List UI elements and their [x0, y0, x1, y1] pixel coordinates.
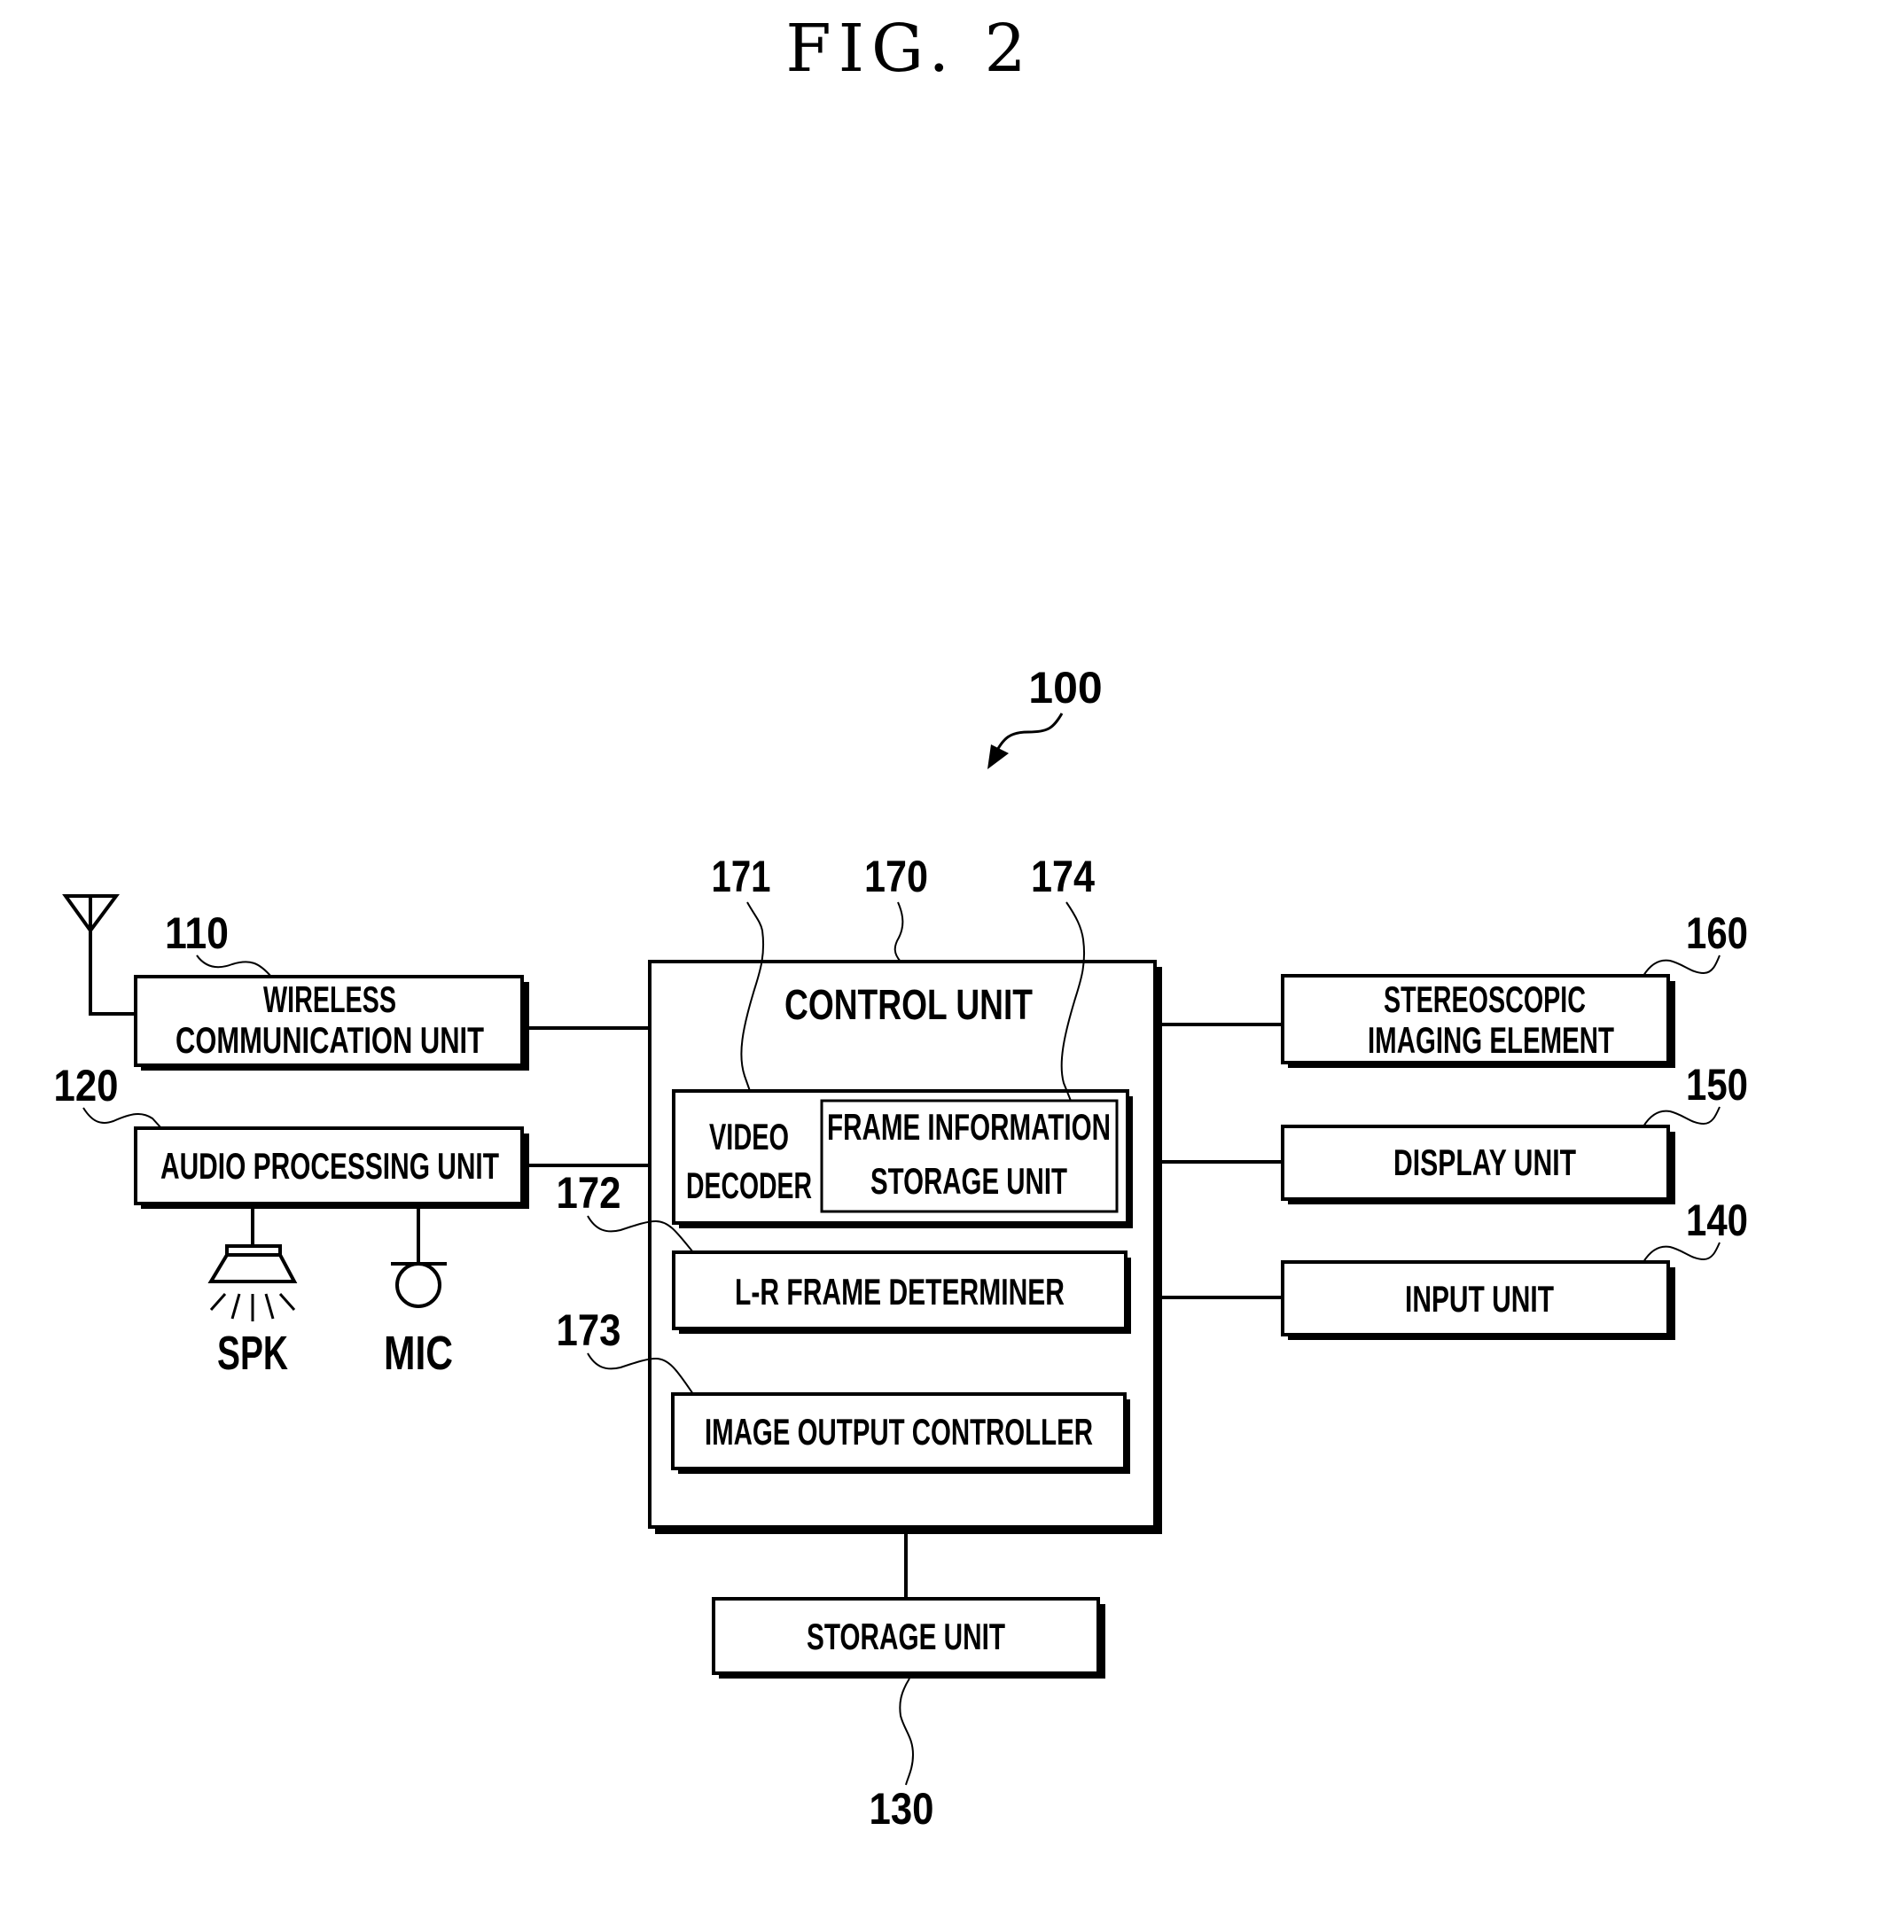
display-unit-label: DISPLAY UNIT — [1393, 1141, 1576, 1183]
leader-170 — [893, 901, 904, 962]
frame-info-line1: FRAME INFORMATION — [827, 1106, 1111, 1148]
microphone-label: MIC — [384, 1327, 453, 1380]
ref-label-160: 160 — [1686, 908, 1748, 958]
ref-label-120: 120 — [54, 1061, 119, 1110]
ref-label-173: 173 — [557, 1305, 621, 1355]
device-arrow-head — [987, 744, 1009, 769]
stereo-label-line1: STEREOSCOPIC — [1384, 978, 1586, 1020]
leader-120 — [82, 1107, 162, 1129]
patent-figure: FIG. 2 100 WIRELESS COMMUNICATION UNIT 1… — [0, 0, 1904, 1932]
image-output-controller-label: IMAGE OUTPUT CONTROLLER — [705, 1411, 1093, 1453]
leader-150 — [1643, 1106, 1721, 1127]
ref-label-174: 174 — [1031, 852, 1095, 901]
storage-unit: STORAGE UNIT — [712, 1597, 1105, 1679]
figure-title: FIG. 2 — [785, 11, 1033, 87]
ref-label-150: 150 — [1686, 1060, 1748, 1110]
wireless-communication-unit: WIRELESS COMMUNICATION UNIT — [134, 975, 529, 1071]
leader-140 — [1643, 1242, 1721, 1263]
lr-frame-determiner: L-R FRAME DETERMINER — [672, 1250, 1131, 1334]
leader-160 — [1643, 954, 1721, 977]
wireless-label-line2: COMMUNICATION UNIT — [176, 1019, 484, 1061]
video-decoder-line1: VIDEO — [709, 1116, 789, 1157]
image-output-controller: IMAGE OUTPUT CONTROLLER — [671, 1392, 1130, 1474]
ref-label-110: 110 — [165, 908, 229, 958]
speaker-icon — [207, 1209, 298, 1321]
input-unit: INPUT UNIT — [1281, 1260, 1675, 1340]
leader-110 — [196, 954, 272, 978]
display-unit: DISPLAY UNIT — [1281, 1125, 1675, 1204]
frame-information-storage-unit: FRAME INFORMATION STORAGE UNIT — [820, 1099, 1119, 1213]
ref-label-140: 140 — [1686, 1196, 1748, 1245]
control-unit-label: CONTROL UNIT — [784, 982, 1033, 1029]
ref-label-130: 130 — [870, 1784, 934, 1834]
audio-processing-unit: AUDIO PROCESSING UNIT — [134, 1126, 529, 1209]
stereo-label-line2: IMAGING ELEMENT — [1368, 1019, 1614, 1061]
block-diagram: FIG. 2 100 WIRELESS COMMUNICATION UNIT 1… — [54, 11, 1749, 1834]
wireless-label-line1: WIRELESS — [263, 978, 396, 1020]
stereoscopic-imaging-element: STEREOSCOPIC IMAGING ELEMENT — [1281, 974, 1675, 1068]
ref-label-100: 100 — [1028, 663, 1102, 713]
microphone-icon — [391, 1209, 447, 1308]
antenna-icon — [62, 894, 136, 1016]
leader-130 — [899, 1678, 915, 1786]
video-decoder-line2: DECODER — [686, 1165, 812, 1206]
input-unit-label: INPUT UNIT — [1405, 1278, 1554, 1320]
ref-label-170: 170 — [864, 852, 928, 901]
ref-label-171: 171 — [712, 852, 771, 901]
device-arrow-shaft — [993, 713, 1064, 756]
ref-label-172: 172 — [557, 1168, 621, 1218]
lr-frame-determiner-label: L-R FRAME DETERMINER — [735, 1271, 1065, 1313]
storage-unit-label: STORAGE UNIT — [807, 1616, 1005, 1657]
audio-label: AUDIO PROCESSING UNIT — [160, 1145, 499, 1187]
frame-info-line2: STORAGE UNIT — [870, 1160, 1067, 1202]
speaker-label: SPK — [217, 1327, 288, 1380]
